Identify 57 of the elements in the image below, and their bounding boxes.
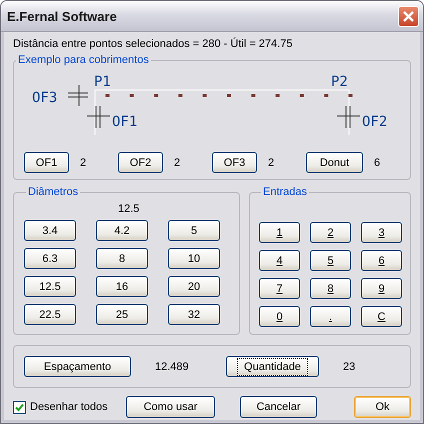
group-title: Exemplo para cobrimentos [17,54,150,66]
close-icon [402,10,415,22]
close-button[interactable] [398,6,419,26]
key-button[interactable]: 8 [310,278,351,299]
group-title: Diâmetros [27,186,80,198]
offset-value: 2 [80,156,86,168]
dialog-button[interactable]: Como usar [126,396,215,418]
diameter-button[interactable]: 4.2 [96,220,148,241]
diagram-label: P2 [331,74,348,90]
offset-value: 6 [374,156,380,168]
cross-mark-icon [86,106,110,128]
dialog-button[interactable]: Cancelar [240,396,317,418]
window-title: E.Fernal Software [7,8,117,24]
group-title: Entradas [262,186,308,198]
key-button[interactable]: C [361,306,402,327]
offset-button[interactable]: OF3 [212,152,257,173]
diameter-button[interactable]: 22.5 [24,304,76,325]
key-button[interactable]: 1 [259,222,300,243]
key-button[interactable]: 3 [361,222,402,243]
result-button[interactable]: Quantidade [226,356,319,377]
key-button[interactable]: 7 [259,278,300,299]
distance-text: Distância entre pontos selecionados = 280 - Útil = 274.75 [13,38,294,50]
key-button[interactable]: 4 [259,250,300,271]
diameter-button[interactable]: 16 [96,276,148,297]
key-button[interactable]: . [310,306,351,327]
diagram-label: OF1 [112,114,138,130]
result-button[interactable]: Espaçamento [24,356,131,377]
result-value: 23 [343,360,356,372]
key-button[interactable]: 9 [361,278,402,299]
diameter-value: 12.5 [118,203,140,215]
checkbox-label: Desenhar todos [30,401,108,413]
result-value: 12.489 [155,360,189,372]
diameter-button[interactable]: 10 [168,248,220,269]
offset-button[interactable]: OF1 [24,152,69,173]
key-button[interactable]: 6 [361,250,402,271]
diagram-label: P1 [94,74,111,90]
key-button[interactable]: 5 [310,250,351,271]
key-button[interactable]: 0 [259,306,300,327]
checkbox[interactable] [13,400,26,414]
diameter-button[interactable]: 5 [168,220,220,241]
diagram-label: OF3 [32,90,58,106]
diameter-button[interactable]: 32 [168,304,220,325]
key-button[interactable]: 2 [310,222,351,243]
diameter-button[interactable]: 12.5 [24,276,76,297]
diagram-label: OF2 [362,114,388,130]
offset-button[interactable]: Donut [306,152,363,173]
offset-value: 2 [268,156,274,168]
diameter-button[interactable]: 6.3 [24,248,76,269]
diameter-button[interactable]: 3.4 [24,220,76,241]
cross-mark-icon [336,106,360,128]
offset-value: 2 [174,156,180,168]
offset-button[interactable]: OF2 [118,152,163,173]
dialog-button[interactable]: Ok [354,396,411,418]
diameter-button[interactable]: 8 [96,248,148,269]
diameter-button[interactable]: 25 [96,304,148,325]
cross-mark-icon [68,84,88,106]
diameter-button[interactable]: 20 [168,276,220,297]
